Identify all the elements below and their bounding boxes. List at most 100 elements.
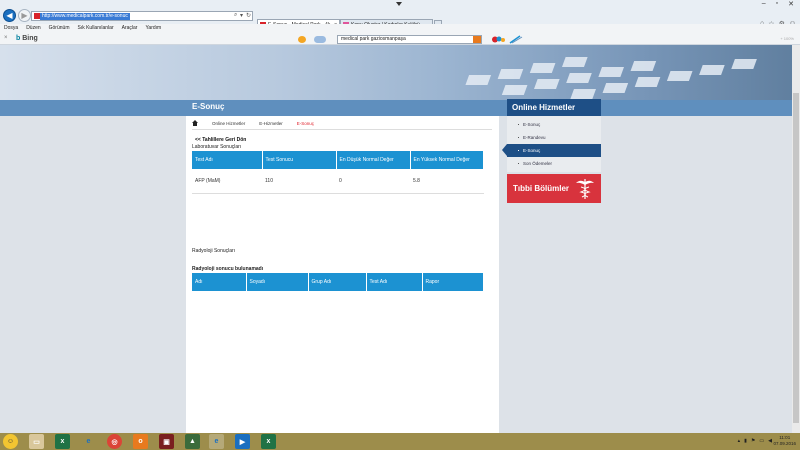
page-scrollbar[interactable] (792, 45, 800, 433)
navigation-bar: ◀ ▶ http://www.medicalpark.com.tr/e-sonu… (0, 8, 800, 31)
sidebar-item-e-sonuc-active[interactable]: E-Sonuç (502, 144, 601, 157)
sidebar-item-label: Son Ödemeler (523, 161, 553, 166)
column-header: Test Adı (366, 273, 423, 291)
chrome-icon[interactable]: ◎ (107, 434, 122, 449)
sidebar: Online Hizmetler E-Sonuç E-Randevu E-Son… (502, 99, 601, 203)
caduceus-icon (576, 179, 594, 199)
breadcrumb-e-hizmetler[interactable]: E-Hizmetler (259, 121, 283, 126)
excel-icon[interactable]: x (55, 434, 70, 449)
main-content: Online Hizmetler E-Hizmetler E-Sonuç << … (186, 116, 499, 433)
file-explorer-icon[interactable]: ▭ (29, 434, 44, 449)
volume-icon[interactable]: ◀ (768, 438, 772, 444)
column-header: En Düşük Normal Değer (336, 151, 411, 169)
radiology-empty-message: Radyoloji sonucu bulunamadı (192, 266, 264, 272)
image-viewer-icon[interactable]: ▲ (185, 434, 200, 449)
search-icon[interactable]: ⌕ (234, 12, 237, 19)
scrollbar-thumb[interactable] (793, 93, 799, 423)
keyboard-image (465, 57, 757, 99)
breadcrumb: Online Hizmetler E-Hizmetler E-Sonuç (192, 120, 314, 126)
radiology-table: Adı Soyadı Grup Adı Test Adı Rapor (192, 273, 484, 291)
column-header: Soyadı (246, 273, 309, 291)
lab-results-table: Test Adı Test Sonucu En Düşük Normal Değ… (192, 151, 484, 194)
breadcrumb-online-hizmetler[interactable]: Online Hizmetler (212, 121, 245, 126)
maximize-icon[interactable]: ▫ (776, 0, 778, 8)
column-header: Rapor (422, 273, 484, 291)
outlook-icon[interactable]: o (133, 434, 148, 449)
menu-item-gorunum[interactable]: Görünüm (49, 24, 70, 33)
bullet-icon (518, 137, 519, 138)
radiology-section-title: Radyoloji Sonuçları (192, 248, 236, 254)
sidebar-menu: E-Sonuç E-Randevu E-Sonuç Son Ödemeler (502, 116, 601, 172)
menu-item-araclar[interactable]: Araçlar (122, 24, 138, 33)
weather-cloud-icon[interactable] (314, 36, 326, 43)
column-header: Test Sonucu (262, 151, 337, 169)
internet-explorer-icon[interactable]: e (81, 434, 96, 449)
active-arrow-icon (502, 144, 507, 156)
sidebar-item-label: E-Sonuç (523, 148, 541, 153)
bing-search-input[interactable]: medical park gaziosmanpaşa (337, 35, 482, 44)
minimize-icon[interactable]: – (762, 0, 766, 8)
taskbar: ☺ ▭ x e ◎ o ▣ ▲ e ▶ x ▴ ▮ ⚑ ▭ ◀ 11:01 07… (0, 433, 800, 450)
home-icon[interactable] (192, 120, 198, 126)
bullet-icon (518, 150, 519, 151)
column-header: Grup Adı (308, 273, 367, 291)
sidebar-item-label: E-Sonuç (523, 122, 541, 127)
column-header: En Yüksek Normal Değer (410, 151, 484, 169)
flag-icon[interactable]: ⚑ (751, 438, 755, 444)
address-url[interactable]: http://www.medicalpark.com.tr/e-sonuc (40, 13, 130, 20)
breadcrumb-e-sonuc: E-Sonuç (296, 120, 315, 126)
system-tray: ▴ ▮ ⚑ ▭ ◀ (738, 438, 772, 444)
back-to-tests-link[interactable]: << Tahlillere Geri Dön (195, 137, 246, 143)
refresh-icon[interactable]: ↻ (246, 12, 251, 19)
clock[interactable]: 11:01 07.09.2016 (773, 435, 796, 447)
sidebar-item-e-sonuc[interactable]: E-Sonuç (507, 118, 601, 131)
app-icon[interactable]: ▣ (159, 434, 174, 449)
sidebar-item-son-odemeler[interactable]: Son Ödemeler (507, 157, 601, 170)
table-cell: AFP (MaM) (192, 169, 262, 194)
internet-explorer-active-icon[interactable]: e (209, 434, 224, 449)
menu-item-yardim[interactable]: Yardım (145, 24, 161, 33)
window-controls: – ▫ ✕ (762, 0, 794, 8)
bing-logo[interactable]: b Bing (16, 35, 38, 42)
forward-button[interactable]: ▶ (18, 9, 31, 22)
remote-desktop-icon[interactable]: ▶ (235, 434, 250, 449)
table-cell: 5.8 (410, 169, 484, 194)
toolbar-extras-icon[interactable] (490, 35, 524, 44)
bullet-icon (518, 124, 519, 125)
medical-departments-label: Tıbbi Bölümler (513, 184, 569, 193)
start-smiley-icon[interactable]: ☺ (3, 434, 18, 449)
tab-list-chevron-icon[interactable] (396, 2, 402, 6)
tray-arrow-icon[interactable]: ▴ (738, 438, 741, 444)
menu-item-duzen[interactable]: Düzen (26, 24, 40, 33)
table-row: AFP (MaM) 110 0 5.8 (192, 169, 484, 194)
sidebar-item-e-randevu[interactable]: E-Randevu (507, 131, 601, 144)
zoom-label[interactable]: + 100% (780, 36, 794, 41)
window-titlebar: – ▫ ✕ (0, 0, 800, 8)
address-bar[interactable]: http://www.medicalpark.com.tr/e-sonuc ⌕ … (31, 11, 253, 21)
bing-toolbar: × b Bing medical park gaziosmanpaşa + 10… (0, 33, 800, 45)
bing-label: Bing (22, 35, 38, 42)
search-go-button[interactable] (473, 36, 481, 43)
menu-item-dosya[interactable]: Dosya (4, 24, 18, 33)
weather-sun-icon[interactable] (298, 36, 306, 43)
medical-departments-button[interactable]: Tıbbi Bölümler (507, 174, 601, 203)
bullet-icon (518, 163, 519, 164)
column-header: Test Adı (192, 151, 263, 169)
menu-item-sik-kullanilanlar[interactable]: Sık Kullanılanlar (77, 24, 113, 33)
page-title-strip: E-Sonuç (0, 100, 800, 116)
clock-date: 07.09.2016 (773, 441, 796, 446)
table-cell: 0 (336, 169, 410, 194)
excel-file-icon[interactable]: x (261, 434, 276, 449)
close-toolbar-icon[interactable]: × (4, 35, 8, 41)
back-button[interactable]: ◀ (3, 9, 16, 22)
network-icon[interactable]: ▮ (744, 438, 747, 444)
menu-bar: Dosya Düzen Görünüm Sık Kullanılanlar Ar… (0, 24, 800, 33)
page-title: E-Sonuç (192, 102, 225, 111)
header-banner (0, 45, 800, 100)
dropdown-icon[interactable]: ▾ (240, 12, 243, 19)
column-header: Adı (192, 273, 247, 291)
bing-search-value: medical park gaziosmanpaşa (341, 36, 406, 42)
close-window-icon[interactable]: ✕ (788, 0, 794, 8)
lab-section-title: Laboratuvar Sonuçları (192, 144, 242, 150)
battery-icon[interactable]: ▭ (759, 438, 764, 444)
